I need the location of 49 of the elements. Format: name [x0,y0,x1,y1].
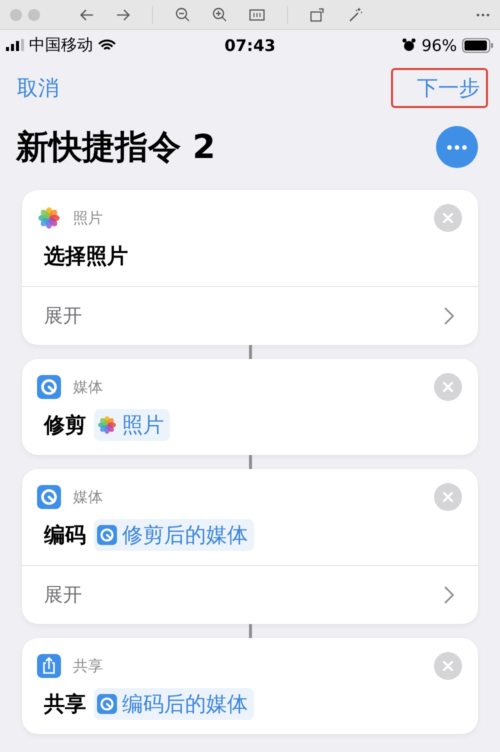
variable-token[interactable]: 照片 [94,409,170,441]
action-card[interactable]: 共享 共享 编码后的媒体 [22,638,478,734]
chevron-right-icon [444,307,454,325]
close-icon [442,491,454,503]
close-icon [442,212,454,224]
signal-icon [6,39,24,51]
battery-percent: 96% [421,36,457,54]
back-arrow-icon[interactable] [80,8,94,20]
more-options-button[interactable] [436,126,478,168]
cancel-button[interactable]: 取消 [10,70,66,106]
ellipsis-icon [447,144,467,150]
variable-token[interactable]: 修剪后的媒体 [94,519,254,551]
battery-icon [462,38,494,52]
action-text: 编码 [44,522,86,549]
action-text: 选择照片 [44,243,128,270]
app-name: 媒体 [73,378,103,396]
wifi-icon [98,38,116,52]
close-icon [442,381,454,393]
media-app-icon [37,375,61,399]
shortcut-title: 新快捷指令 2 [16,126,216,168]
media-app-icon [97,525,117,545]
expand-row[interactable]: 展开 [22,286,478,345]
photos-flower-icon [37,206,61,230]
forward-arrow-icon[interactable] [116,8,130,20]
chevron-right-icon [444,586,454,604]
action-card[interactable]: 照片 选择照片 展开 [22,190,478,345]
app-name: 媒体 [73,488,103,506]
action-card[interactable]: 媒体 编码 修剪后的媒体 展开 [22,469,478,624]
variable-token[interactable]: 编码后的媒体 [94,688,254,720]
clock-time: 07:43 [224,36,276,54]
app-name: 照片 [73,208,103,228]
next-button[interactable]: 下一步 [391,68,488,108]
magic-wand-icon[interactable] [348,7,363,22]
action-card[interactable]: 媒体 修剪 照片 [22,359,478,455]
photos-flower-icon [97,415,117,435]
zoom-in-icon[interactable] [212,7,227,22]
app-name: 共享 [73,656,103,676]
carrier-name: 中国移动 [29,34,93,56]
zoom-out-icon[interactable] [175,7,190,22]
share-icon [37,654,61,678]
action-text: 修剪 [44,412,86,439]
fit-view-icon[interactable] [249,8,265,20]
more-icon[interactable] [476,12,490,16]
media-app-icon [97,694,117,714]
action-text: 共享 [44,691,86,718]
expand-row[interactable]: 展开 [22,565,478,624]
close-icon [442,660,454,672]
rotate-icon[interactable] [310,7,326,22]
media-app-icon [37,485,61,509]
